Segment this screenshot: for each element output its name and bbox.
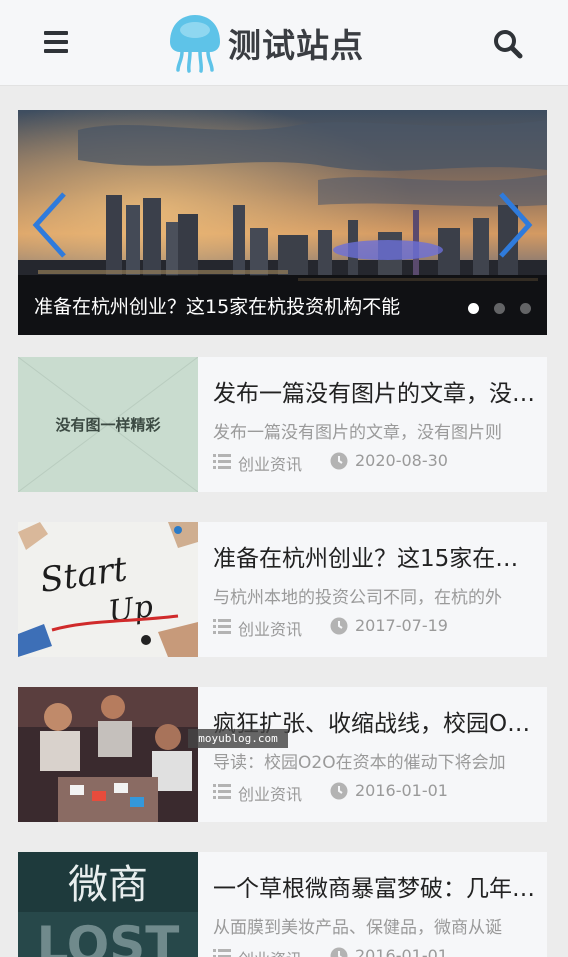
thumb-placeholder-text: 没有图一样精彩 [55, 416, 160, 434]
post-category[interactable]: 创业资讯 [238, 946, 302, 957]
post-date: 2016-01-01 [355, 946, 448, 957]
list-icon [213, 784, 231, 799]
thumb-text-up: Up [106, 589, 155, 630]
slide-caption[interactable]: 准备在杭州创业？这15家在杭投资机构不能 [34, 292, 400, 319]
search-icon[interactable] [492, 28, 524, 60]
jellyfish-logo-icon [170, 15, 220, 73]
post-category[interactable]: 创业资讯 [238, 616, 302, 640]
post-category[interactable]: 创业资讯 [238, 781, 302, 805]
chevron-right-icon[interactable] [495, 190, 535, 260]
post-excerpt: 导读：校园O2O在资本的催动下将会加 [213, 753, 506, 773]
post-thumbnail[interactable]: 微商 LOST [18, 852, 198, 957]
post-excerpt: 发布一篇没有图片的文章，没有图片则 [213, 423, 502, 443]
site-header: 测试站点 [0, 0, 568, 86]
clock-icon [330, 452, 348, 470]
post-meta: 创业资讯 2017-07-19 [213, 615, 543, 640]
post-category[interactable]: 创业资讯 [238, 451, 302, 475]
post-card[interactable]: 没有图一样精彩 发布一篇没有图片的文章，没有图片则 发布一篇没有图片的文章，没有… [18, 357, 547, 492]
post-thumbnail[interactable]: Start Up [18, 522, 198, 657]
clock-icon [330, 782, 348, 800]
post-title[interactable]: 一个草根微商暴富梦破：几年赚的 [213, 869, 535, 903]
slider-dot-3[interactable] [520, 303, 531, 314]
post-card[interactable]: Start Up 准备在杭州创业？这15家在杭投资机构 与杭州本地的投资公司不同… [18, 522, 547, 657]
featured-slider[interactable]: 准备在杭州创业？这15家在杭投资机构不能 [18, 110, 547, 335]
post-date: 2020-08-30 [355, 451, 448, 470]
post-excerpt: 从面膜到美妆产品、保健品，微商从诞 [213, 918, 502, 938]
watermark: moyublog.com [188, 729, 288, 748]
list-icon [213, 619, 231, 634]
list-icon [213, 949, 231, 957]
hamburger-menu-icon[interactable] [42, 28, 72, 56]
post-title[interactable]: 准备在杭州创业？这15家在杭投资机构 [213, 539, 535, 573]
chevron-left-icon[interactable] [30, 190, 70, 260]
post-card[interactable]: 疯狂扩张、收缩战线，校园O2O 导读：校园O2O在资本的催动下将会加 创业资讯 … [18, 687, 547, 822]
site-name: 测试站点 [228, 26, 364, 65]
post-meta: 创业资讯 2016-01-01 [213, 780, 543, 805]
post-date: 2017-07-19 [355, 616, 448, 635]
slide-caption-bar: 准备在杭州创业？这15家在杭投资机构不能 [18, 275, 547, 335]
clock-icon [330, 617, 348, 635]
thumb-text-lost: LOST [37, 916, 180, 957]
post-excerpt: 与杭州本地的投资公司不同，在杭的外 [213, 588, 502, 608]
post-date: 2016-01-01 [355, 781, 448, 800]
post-title[interactable]: 发布一篇没有图片的文章，没有图片则 [213, 374, 535, 408]
post-meta: 创业资讯 2016-01-01 [213, 945, 543, 957]
list-icon [213, 454, 231, 469]
site-logo[interactable]: 测试站点 [166, 12, 364, 74]
post-card[interactable]: 微商 LOST 一个草根微商暴富梦破：几年赚的 从面膜到美妆产品、保健品，微商从… [18, 852, 547, 957]
post-thumbnail[interactable]: 没有图一样精彩 [18, 357, 198, 492]
slider-dot-2[interactable] [494, 303, 505, 314]
slider-dot-1[interactable] [468, 303, 479, 314]
post-thumbnail[interactable] [18, 687, 198, 822]
clock-icon [330, 947, 348, 957]
post-meta: 创业资讯 2020-08-30 [213, 450, 543, 475]
thumb-text-weishang: 微商 [68, 862, 148, 908]
